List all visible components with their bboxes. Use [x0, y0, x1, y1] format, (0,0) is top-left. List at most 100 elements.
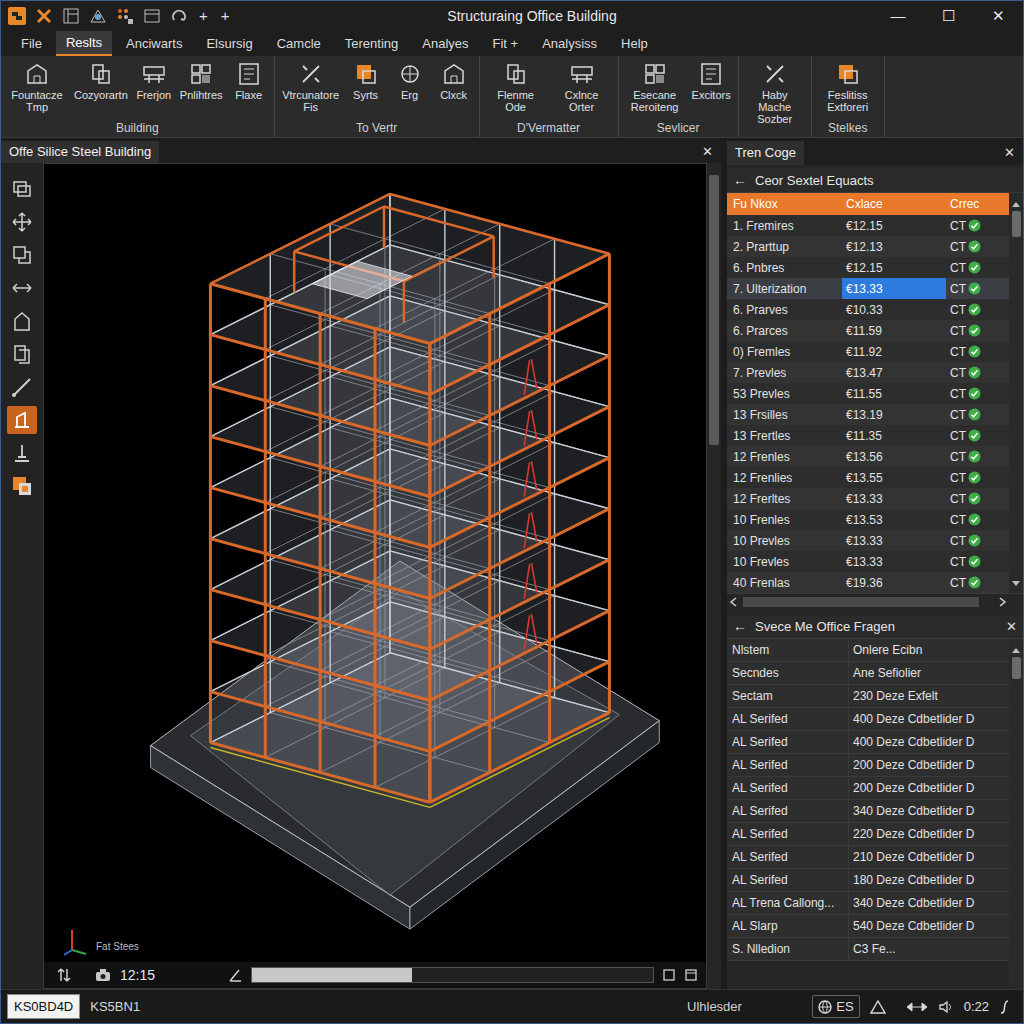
- property-row[interactable]: SecndesAne Sefiolier: [727, 662, 1009, 685]
- property-row[interactable]: NlstemOnlere Ecibn: [727, 639, 1009, 662]
- ribbon-button[interactable]: Clxck: [433, 61, 475, 101]
- tool-button[interactable]: [7, 241, 37, 269]
- panel-tab[interactable]: Tren Coge: [727, 141, 804, 165]
- ribbon-button[interactable]: Erg: [389, 61, 431, 101]
- table-row[interactable]: 10 Frevles€13.33CT: [727, 551, 1009, 572]
- ribbon-button[interactable]: Haby Mache Sozber: [743, 61, 807, 125]
- property-row[interactable]: S. NlledionC3 Fe...: [727, 938, 1009, 961]
- ribbon-button[interactable]: Feslitiss Extforeri: [816, 61, 880, 113]
- table-row[interactable]: 53 Prevles€11.55CT: [727, 383, 1009, 404]
- tool-button[interactable]: [7, 373, 37, 401]
- table-row[interactable]: 6. Pnbres€12.15CT: [727, 257, 1009, 278]
- ribbon-button[interactable]: Vtrcunatore Fis: [279, 61, 343, 113]
- column-header[interactable]: Fu Nkox: [727, 195, 842, 213]
- table-row[interactable]: 6. Prarces€11.59CT: [727, 320, 1009, 341]
- close-button[interactable]: ✕: [1006, 617, 1017, 637]
- property-row[interactable]: Sectam230 Deze Exfelt: [727, 685, 1009, 708]
- table-row[interactable]: 13 Frsilles€13.19CT: [727, 404, 1009, 425]
- vertical-scrollbar[interactable]: [1009, 639, 1023, 989]
- property-row[interactable]: AL Serifed200 Deze Cdbetlider D: [727, 777, 1009, 800]
- tool-button[interactable]: [7, 472, 37, 500]
- scroll-thumb[interactable]: [1012, 657, 1021, 679]
- table-row[interactable]: 12 Frenles€13.56CT: [727, 446, 1009, 467]
- close-button[interactable]: ✕: [973, 5, 1023, 28]
- menu-item[interactable]: File: [11, 31, 52, 56]
- ribbon-button[interactable]: Excitors: [689, 61, 734, 101]
- property-row[interactable]: AL Serifed220 Deze Cdbetlider D: [727, 823, 1009, 846]
- table-row[interactable]: 10 Frenles€13.53CT: [727, 509, 1009, 530]
- scroll-thumb[interactable]: [743, 597, 979, 607]
- table-row[interactable]: 13 Frertles€11.35CT: [727, 425, 1009, 446]
- vertical-scrollbar[interactable]: [707, 163, 721, 989]
- ribbon-button[interactable]: Flaxe: [228, 61, 270, 101]
- table-row[interactable]: 7. Ulterization€13.33CT: [727, 278, 1009, 299]
- table-row[interactable]: 12 Frerltes€13.33CT: [727, 488, 1009, 509]
- back-button[interactable]: ←: [733, 170, 747, 191]
- tool-icon: [11, 475, 33, 497]
- horizontal-scrollbar[interactable]: [251, 967, 654, 983]
- tool-button[interactable]: [7, 307, 37, 335]
- menu-item[interactable]: Analysiss: [532, 31, 607, 56]
- tool-button[interactable]: [7, 406, 37, 434]
- close-button[interactable]: ✕: [694, 141, 721, 163]
- menu-item[interactable]: Analyes: [412, 31, 478, 56]
- menu-item[interactable]: Terenting: [335, 31, 408, 56]
- ribbon-button[interactable]: Esecane Reroiteng: [623, 61, 687, 113]
- close-button[interactable]: ✕: [996, 141, 1023, 165]
- ribbon-button[interactable]: Pnlihtres: [177, 61, 226, 101]
- table-row[interactable]: 10 Prevles€13.33CT: [727, 530, 1009, 551]
- table-row[interactable]: 7. Prevles€13.47CT: [727, 362, 1009, 383]
- property-row[interactable]: AL Serifed340 Deze Cdbetlider D: [727, 800, 1009, 823]
- scroll-thumb[interactable]: [1012, 211, 1021, 237]
- building-model[interactable]: [44, 164, 706, 962]
- tool-button[interactable]: [7, 175, 37, 203]
- column-header[interactable]: Crrec: [946, 195, 1009, 213]
- table-row[interactable]: 1. Fremires€12.15CT: [727, 215, 1009, 236]
- ribbon-button[interactable]: Syrts: [345, 61, 387, 101]
- tool-button[interactable]: [7, 439, 37, 467]
- menu-item[interactable]: Reslts: [56, 31, 112, 56]
- language-button[interactable]: ES: [812, 995, 859, 1019]
- ribbon-button[interactable]: Fountacze Tmp: [5, 61, 69, 113]
- property-row[interactable]: AL Serifed400 Deze Cdbetlider D: [727, 731, 1009, 754]
- status-field[interactable]: KS0BD4D: [7, 994, 80, 1020]
- ribbon-button[interactable]: Frerjon: [133, 61, 175, 101]
- menu-item[interactable]: Help: [611, 31, 658, 56]
- vertical-scrollbar[interactable]: [1009, 193, 1023, 593]
- table-row[interactable]: 6. Prarves€10.33CT: [727, 299, 1009, 320]
- horizontal-scrollbar[interactable]: [727, 593, 1023, 609]
- back-button[interactable]: ←: [733, 616, 747, 637]
- name-cell: 0) Fremles: [727, 341, 842, 362]
- property-row[interactable]: AL Slarp540 Deze Cdbetlider D: [727, 915, 1009, 938]
- property-name: S. Nlledion: [727, 938, 849, 960]
- scroll-thumb[interactable]: [709, 175, 719, 445]
- tool-button[interactable]: [7, 274, 37, 302]
- tool-icon: [569, 61, 595, 87]
- maximize-button[interactable]: ☐: [923, 5, 973, 28]
- property-row[interactable]: AL Trena Callong...340 Deze Cdbetlider D: [727, 892, 1009, 915]
- tool-button[interactable]: [7, 340, 37, 368]
- property-row[interactable]: AL Serifed180 Deze Cdbetlider D: [727, 869, 1009, 892]
- ribbon-button[interactable]: Flenme Ode: [484, 61, 548, 113]
- column-header[interactable]: Cxlace: [842, 195, 946, 213]
- viewport-tab[interactable]: Offe Silice Steel Building: [1, 141, 159, 163]
- minimize-button[interactable]: —: [873, 5, 923, 28]
- ribbon-button[interactable]: Cozyorartn: [71, 61, 131, 101]
- quick-add-button[interactable]: +: [196, 5, 211, 28]
- menu-item[interactable]: Camcle: [267, 31, 331, 56]
- menu-item[interactable]: Elsursig: [196, 31, 262, 56]
- menu-item[interactable]: Fit +: [483, 31, 529, 56]
- table-row[interactable]: 12 Frenlies€13.55CT: [727, 467, 1009, 488]
- tool-button[interactable]: [7, 208, 37, 236]
- scroll-thumb[interactable]: [252, 968, 412, 982]
- menu-item[interactable]: Anciwarts: [116, 31, 192, 56]
- table-row[interactable]: 2. Prarttup€12.13CT: [727, 236, 1009, 257]
- quick-add-button[interactable]: +: [218, 5, 233, 28]
- ribbon-button[interactable]: Cxlnce Orter: [550, 61, 614, 113]
- table-row[interactable]: 40 Frenlas€19.36CT: [727, 572, 1009, 593]
- property-row[interactable]: AL Serifed210 Deze Cdbetlider D: [727, 846, 1009, 869]
- table-row[interactable]: 0) Fremles€11.92CT: [727, 341, 1009, 362]
- property-row[interactable]: AL Serifed200 Deze Cdbetlider D: [727, 754, 1009, 777]
- model-canvas[interactable]: Fat Stees: [44, 164, 706, 962]
- property-row[interactable]: AL Serifed400 Deze Cdbetlider D: [727, 708, 1009, 731]
